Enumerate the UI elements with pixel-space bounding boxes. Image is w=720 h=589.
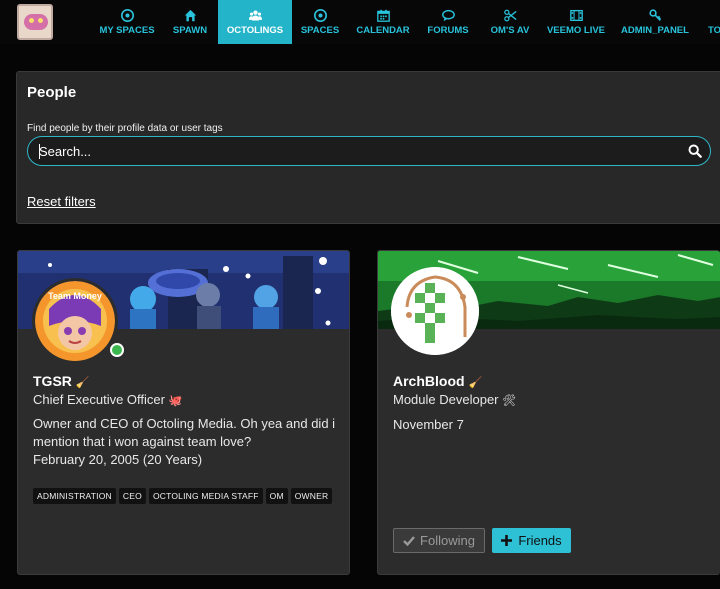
nav-spawn[interactable]: SPAWN [164,0,216,44]
people-filter-panel: People Find people by their profile data… [16,71,720,224]
broom-icon: 🧹 [75,377,90,389]
search-placeholder: Search... [39,144,92,159]
key-icon [648,0,662,22]
scissors-icon [503,0,517,22]
nav-label: SPAWN [172,25,208,36]
search-input[interactable]: Search... [27,136,711,166]
nav-label: TO [708,25,720,36]
nav-octolings[interactable]: OCTOLINGS [218,0,292,44]
profile-card[interactable]: Team Money TGSR 🧹 Chief Executive Office… [17,250,350,575]
nav-label: SPACES [300,25,340,36]
avatar-logo-text: Team Money [48,291,102,301]
home-icon [184,0,197,22]
profile-card[interactable]: ArchBlood 🧹 Module Developer 🛠 November … [377,250,720,575]
profile-bio: Owner and CEO of Octoling Media. Oh yea … [33,416,336,449]
nav-label: FORUMS [427,25,469,36]
nav-my-spaces[interactable]: MY SPACES [96,0,158,44]
nav-label: OCTOLINGS [226,25,284,36]
profile-birthday: February 20, 2005 (20 Years) [33,452,203,467]
nav-overflow[interactable]: TO [708,0,720,44]
target-icon [313,0,327,22]
search-icon[interactable] [688,144,702,158]
profile-name[interactable]: TGSR 🧹 [33,373,89,389]
user-tag[interactable]: CEO [118,488,146,504]
check-icon [403,536,415,546]
target-icon [120,0,134,22]
nav-label: MY SPACES [99,25,155,36]
nav-label: ADMIN_PANEL [621,25,689,36]
online-status-dot [110,343,124,357]
add-friend-button[interactable]: Friends [492,528,571,553]
broom-icon: 🧹 [468,377,483,389]
site-logo[interactable] [17,4,53,40]
user-tag[interactable]: OWNER [290,488,333,504]
plus-icon [501,535,513,546]
following-button[interactable]: Following [393,528,485,553]
nav-forums[interactable]: FORUMS [424,0,472,44]
avatar[interactable]: Team Money [32,278,118,364]
profile-role: Module Developer 🛠 [393,392,517,407]
nav-calendar[interactable]: CALENDAR [354,0,412,44]
nav-spaces[interactable]: SPACES [298,0,342,44]
profile-birthday: November 7 [393,417,464,432]
user-tag[interactable]: OM [265,488,288,504]
octopus-icon: 🐙 [168,395,183,407]
user-tag[interactable]: ADMINISTRATION [33,488,116,504]
users-icon [248,0,262,22]
search-label: Find people by their profile data or use… [27,123,223,134]
tools-icon: 🛠 [502,395,517,407]
nav-label: OM'S AV [490,25,530,36]
comments-icon [441,0,455,22]
avatar[interactable] [391,267,479,355]
following-label: Following [420,533,475,548]
page-title: People [27,84,77,101]
profile-role: Chief Executive Officer 🐙 [33,392,183,407]
friends-label: Friends [518,533,562,548]
top-navbar: MY SPACES SPAWN OCTOLINGS SPACES CALENDA… [0,0,720,44]
nav-admin-panel[interactable]: ADMIN_PANEL [620,0,690,44]
nav-veemo-live[interactable]: VEEMO LIVE [546,0,606,44]
profile-name[interactable]: ArchBlood 🧹 [393,373,482,389]
user-tag[interactable]: OCTOLING MEDIA STAFF [148,488,263,504]
nav-label: CALENDAR [356,25,410,36]
reset-filters-link[interactable]: Reset filters [27,194,96,209]
profile-tags: ADMINISTRATION CEO OCTOLING MEDIA STAFF … [33,488,333,504]
film-icon [569,0,583,22]
calendar-icon [376,0,390,22]
nav-label: VEEMO LIVE [546,25,606,36]
nav-oms-av[interactable]: OM'S AV [484,0,536,44]
